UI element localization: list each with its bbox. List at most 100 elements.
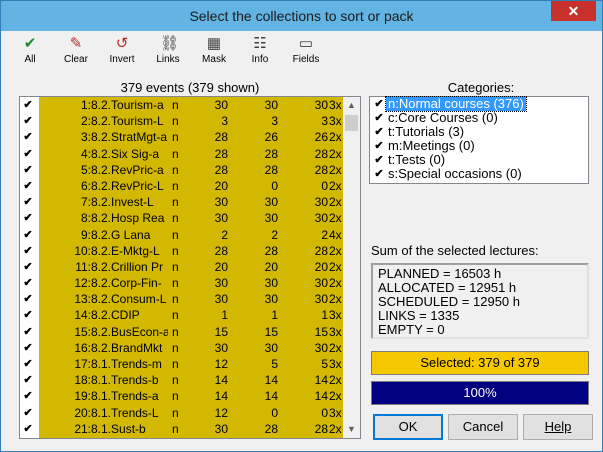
table-row[interactable]: ✔ 2: 8.2.Tourism-L n 3 3 3 3x [20,113,343,130]
cell-planned: 1 [221,308,228,323]
table-row[interactable]: ✔ 20: 8.1.Trends-L n 12 0 0 3x [20,404,343,421]
table-row[interactable]: ✔ 17: 8.1.Trends-m n 12 5 5 3x [20,356,343,373]
row-checkbox[interactable]: ✔ [22,261,34,273]
mask-button[interactable]: ▦ Mask [191,33,237,73]
events-list[interactable]: ✔ 1: 8.2.Tourism-a n 30 30 30 3x ✔ 2: 8.2.Tourism-… [19,96,361,439]
info-button[interactable]: ☷ Info [237,33,283,73]
row-checkbox[interactable]: ✔ [22,212,34,224]
row-checkbox[interactable]: ✔ [22,245,34,257]
row-checkbox[interactable]: ✔ [22,180,34,192]
row-checkbox[interactable]: ✔ [22,374,34,386]
row-checkbox[interactable]: ✔ [22,293,34,305]
cell-cat: n [172,373,179,388]
scroll-thumb[interactable] [345,115,358,131]
cell-cat: n [172,114,179,129]
category-checkbox[interactable]: ✔ [373,112,385,124]
category-checkbox[interactable]: ✔ [373,98,385,110]
cell-allocated: 14 [264,389,278,404]
table-row[interactable]: ✔ 18: 8.1.Trends-b n 14 14 14 2x [20,372,343,389]
row-checkbox[interactable]: ✔ [22,358,34,370]
summary-planned: PLANNED = 16503 h [378,266,502,281]
scroll-up-icon[interactable]: ▲ [343,97,360,114]
table-row[interactable]: ✔ 13: 8.2.Consum-L n 30 30 30 2x [20,291,343,308]
cell-planned: 14 [214,373,228,388]
scroll-down-icon[interactable]: ▼ [343,421,360,438]
table-row[interactable]: ✔ 15: 8.2.BusEcon-a n 15 15 15 3x [20,323,343,340]
cell-num: 4: [80,146,91,161]
cell-num: 21: [74,421,91,436]
cell-cat: n [172,340,179,355]
table-row[interactable]: ✔ 14: 8.2.CDIP n 1 1 1 3x [20,307,343,324]
row-checkbox[interactable]: ✔ [22,277,34,289]
row-data: 1: 8.2.Tourism-a n 30 30 30 3x [39,97,343,114]
title-bar[interactable]: Select the collections to sort or pack ✕ [1,1,602,31]
vertical-scrollbar[interactable]: ▲ ▼ [343,97,360,438]
clear-button[interactable]: ✎ Clear [53,33,99,73]
row-checkbox[interactable]: ✔ [22,115,34,127]
table-row[interactable]: ✔ 1: 8.2.Tourism-a n 30 30 30 3x [20,97,343,114]
category-item[interactable]: ✔ m:Meetings (0) [370,139,588,153]
row-checkbox[interactable]: ✔ [22,164,34,176]
table-row[interactable]: ✔ 12: 8.2.Corp-Fin-n 30 30 30 2x [20,275,343,292]
row-checkbox[interactable]: ✔ [22,390,34,402]
cell-planned: 12 [214,405,228,420]
table-row[interactable]: ✔ 3: 8.2.StratMgt-a n 28 26 26 2x [20,129,343,146]
cell-num: 12: [74,276,91,291]
row-checkbox[interactable]: ✔ [22,229,34,241]
fields-button[interactable]: ▭ Fields [283,33,329,73]
table-row[interactable]: ✔22:8.1.Sust-an3028282x [20,436,343,438]
cell-allocated: 20 [264,259,278,274]
category-item[interactable]: ✔ t:Tests (0) [370,153,588,167]
links-button[interactable]: ⛓ Links [145,33,191,73]
cell-scheduled: 26 [314,130,328,145]
table-row[interactable]: ✔ 9: 8.2.G Lana n 2 2 2 4x [20,226,343,243]
row-data: 6: 8.2.RevPric-L n 20 0 0 2x [39,177,343,195]
toolbar: ✔ All ✎ Clear ↺ Invert ⛓ Links ▦ Mask ☷ Info ▭ Fields [7,33,597,73]
table-row[interactable]: ✔ 5: 8.2.RevPric-a n 28 28 28 2x [20,161,343,178]
all-button-label: All [24,54,36,65]
row-checkbox[interactable]: ✔ [22,326,34,338]
row-checkbox[interactable]: ✔ [22,196,34,208]
row-checkbox[interactable]: ✔ [22,99,34,111]
table-row[interactable]: ✔ 16: 8.2.BrandMkt n 30 30 30 2x [20,339,343,356]
row-data: 9: 8.2.G Lana n 2 2 2 4x [39,226,343,243]
row-checkbox[interactable]: ✔ [22,407,34,419]
summary-allocated: ALLOCATED = 12951 h [378,280,517,295]
table-row[interactable]: ✔ 6: 8.2.RevPric-L n 20 0 0 2x [20,177,343,195]
category-checkbox[interactable]: ✔ [373,168,385,180]
ok-button[interactable]: OK [373,414,443,440]
row-checkbox[interactable]: ✔ [22,148,34,160]
table-row[interactable]: ✔ 21: 8.1.Sust-b n 30 28 28 2x [20,420,343,437]
category-label: s:Special occasions (0) [388,166,522,181]
category-item[interactable]: ✔ t:Tutorials (3) [370,125,588,139]
category-item[interactable]: ✔ s:Special occasions (0) [370,167,588,181]
help-button[interactable]: Help [523,414,593,440]
invert-button[interactable]: ↺ Invert [99,33,145,73]
summary-label: Sum of the selected lectures: [371,243,539,258]
cancel-button[interactable]: Cancel [448,414,518,440]
cell-name: 8.2.Six Sig-a [91,146,160,161]
table-row[interactable]: ✔ 8: 8.2.Hosp Rea n 30 30 30 2x [20,210,343,227]
fields-icon: ▭ [298,35,314,52]
row-checkbox[interactable]: ✔ [22,309,34,321]
categories-list[interactable]: ✔ n:Normal courses (376) ✔ c:Core Courses (… [369,96,589,184]
category-item[interactable]: ✔ n:Normal courses (376) [370,96,588,112]
all-button[interactable]: ✔ All [7,33,53,73]
table-row[interactable]: ✔ 7: 8.2.Invest-L n 30 30 30 2x [20,194,343,211]
category-checkbox[interactable]: ✔ [373,126,385,138]
table-row[interactable]: ✔ 10: 8.2.E-Mktg-L n 28 28 28 2x [20,242,343,259]
category-label: m:Meetings (0) [388,138,475,153]
category-item[interactable]: ✔ c:Core Courses (0) [370,111,588,125]
close-icon[interactable]: ✕ [551,1,596,21]
table-row[interactable]: ✔ 11: 8.2.Crillion Pr n 20 20 20 2x [20,258,343,276]
row-data: 5: 8.2.RevPric-a n 28 28 28 2x [39,161,343,178]
category-checkbox[interactable]: ✔ [373,140,385,152]
row-checkbox[interactable]: ✔ [22,423,34,435]
cell-num: 1: [80,98,91,112]
table-row[interactable]: ✔ 19: 8.1.Trends-a n 14 14 14 2x [20,388,343,405]
category-checkbox[interactable]: ✔ [373,154,385,166]
help-label: Help [544,419,572,434]
row-checkbox[interactable]: ✔ [22,342,34,354]
row-checkbox[interactable]: ✔ [22,131,34,143]
table-row[interactable]: ✔ 4: 8.2.Six Sig-a n 28 28 28 2x [20,145,343,162]
